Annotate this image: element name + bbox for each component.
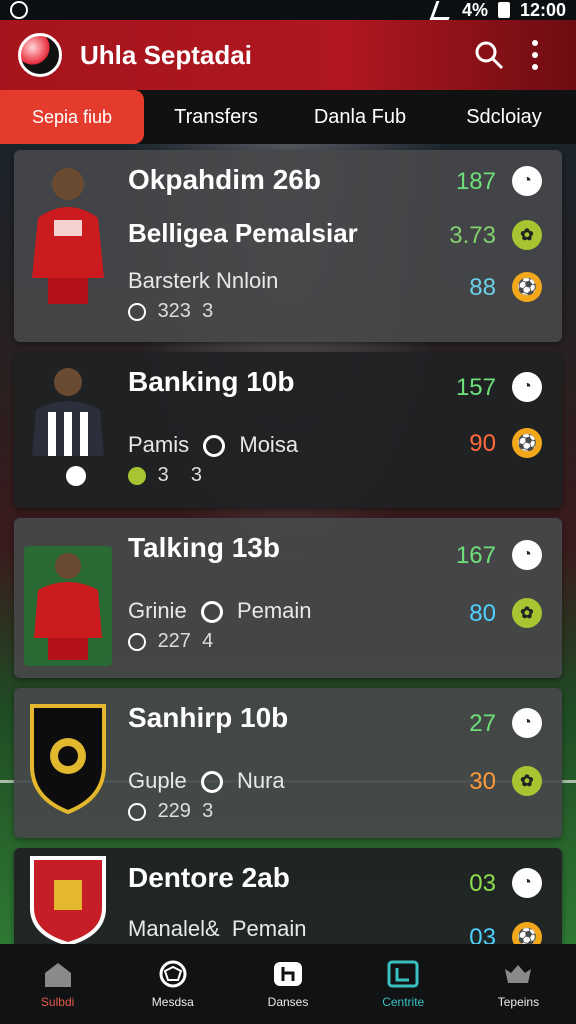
shield-icon xyxy=(128,802,146,821)
stat-value: 3.73 xyxy=(449,222,496,249)
tab-sdcloiay[interactable]: Sdcloiay xyxy=(432,90,576,144)
app-bar: Uhla Septadai xyxy=(0,20,576,90)
card-title: Dentore 2ab xyxy=(128,862,290,893)
nav-label: Danses xyxy=(267,995,309,1009)
stat-value: 30 xyxy=(469,768,496,795)
clock-icon[interactable]: ◔ xyxy=(512,868,542,898)
app-title: Uhla Septadai xyxy=(80,39,252,70)
leaf-icon[interactable]: ✿ xyxy=(512,598,542,628)
nav-centrite[interactable]: Centrite xyxy=(346,944,461,1024)
card-detail: Manalel& Pemain xyxy=(128,916,307,941)
player-avatar xyxy=(24,360,112,490)
list-item[interactable]: Okpahdim 26b Belligea Pemalsiar Barsterk… xyxy=(14,150,562,342)
tab-sepia-fiub[interactable]: Sepia fiub xyxy=(0,90,144,144)
crown-icon xyxy=(501,959,535,989)
clock-icon[interactable]: ◔ xyxy=(512,166,542,196)
home-icon xyxy=(41,959,75,989)
tab-danla-fub[interactable]: Danla Fub xyxy=(288,90,432,144)
status-time: 12:00 xyxy=(519,0,566,20)
stat-value: 80 xyxy=(469,600,496,627)
card-title: Okpahdim 26b xyxy=(128,164,321,195)
wifi-icon xyxy=(429,0,456,20)
club-logo xyxy=(18,33,62,77)
ball-icon xyxy=(156,959,190,989)
list-item[interactable]: Talking 13b Grinie Pemain 227 4 167 ◔ 80… xyxy=(14,518,562,678)
status-bar: 4% 12:00 xyxy=(0,0,576,20)
target-icon xyxy=(200,601,223,624)
stat-value: 27 xyxy=(469,710,496,737)
leaf-icon[interactable]: ✿ xyxy=(512,220,542,250)
stat-value: 157 xyxy=(455,374,496,401)
shield-icon xyxy=(128,632,146,651)
green-dot-icon xyxy=(128,466,146,485)
nav-label: Mesdsa xyxy=(151,995,194,1009)
stat-value: 187 xyxy=(455,168,496,195)
tab-transfers[interactable]: Transfers xyxy=(144,90,288,144)
nav-label: Tepeins xyxy=(497,995,540,1009)
card-meta: 227 4 xyxy=(128,630,213,653)
bottom-nav: Sulbdi Mesdsa Danses Centrite Tepeins xyxy=(0,944,576,1024)
search-icon xyxy=(475,41,504,70)
nav-label: Centrite xyxy=(382,995,425,1009)
card-detail: Pamis Moisa xyxy=(128,432,299,458)
clock-icon[interactable]: ◔ xyxy=(512,540,542,570)
signal-text: 4% xyxy=(461,0,488,20)
battery-icon xyxy=(497,2,510,18)
player-list: Okpahdim 26b Belligea Pemalsiar Barsterk… xyxy=(14,150,562,962)
card-subtitle: Belligea Pemalsiar xyxy=(128,218,358,248)
club-crest xyxy=(24,852,112,948)
ball-icon[interactable]: ⚽ xyxy=(512,428,542,458)
clock-icon[interactable]: ◔ xyxy=(512,372,542,402)
stat-value: 88 xyxy=(469,274,496,301)
list-item[interactable]: Sanhirp 10b Guple Nura 229 3 27 ◔ 30 ✿ xyxy=(14,688,562,838)
kebab-icon xyxy=(532,40,538,70)
player-avatar xyxy=(24,546,112,666)
card-meta: 3 3 xyxy=(128,464,202,487)
club-crest xyxy=(24,696,112,816)
shield-icon xyxy=(128,302,146,321)
notification-icon xyxy=(10,1,28,19)
card-detail: Barsterk Nnloin xyxy=(128,268,279,293)
ball-icon[interactable]: ⚽ xyxy=(512,272,542,302)
target-icon xyxy=(203,435,226,458)
card-title: Talking 13b xyxy=(128,532,280,563)
card-title: Sanhirp 10b xyxy=(128,702,289,733)
shirt-icon xyxy=(271,959,305,989)
leaf-icon[interactable]: ✿ xyxy=(512,766,542,796)
list-item[interactable]: Banking 10b Pamis Moisa 3 3 157 ◔ 90 ⚽ xyxy=(14,352,562,508)
card-detail: Grinie Pemain xyxy=(128,598,312,624)
target-icon xyxy=(200,771,223,794)
card-meta: 229 3 xyxy=(128,800,213,823)
stat-value: 90 xyxy=(469,430,496,457)
nav-tepeins[interactable]: Tepeins xyxy=(461,944,576,1024)
card-title: Banking 10b xyxy=(128,366,295,397)
stat-value: 167 xyxy=(455,542,496,569)
card-detail: Guple Nura xyxy=(128,768,285,794)
nav-dances[interactable]: Danses xyxy=(230,944,345,1024)
list-item[interactable]: Dentore 2ab Manalel& Pemain 03 ◔ 03 ⚽ xyxy=(14,848,562,952)
tab-bar: Sepia fiub Transfers Danla Fub Sdcloiay xyxy=(0,90,576,144)
stat-value: 03 xyxy=(469,870,496,897)
nav-messages[interactable]: Mesdsa xyxy=(115,944,230,1024)
nav-home[interactable]: Sulbdi xyxy=(0,944,115,1024)
search-button[interactable] xyxy=(466,32,512,78)
player-avatar xyxy=(24,158,112,318)
card-meta: 323 3 xyxy=(128,300,213,323)
more-options-button[interactable] xyxy=(512,32,558,78)
nav-label: Sulbdi xyxy=(40,995,75,1009)
clock-icon[interactable]: ◔ xyxy=(512,708,542,738)
screen-icon xyxy=(386,959,420,989)
